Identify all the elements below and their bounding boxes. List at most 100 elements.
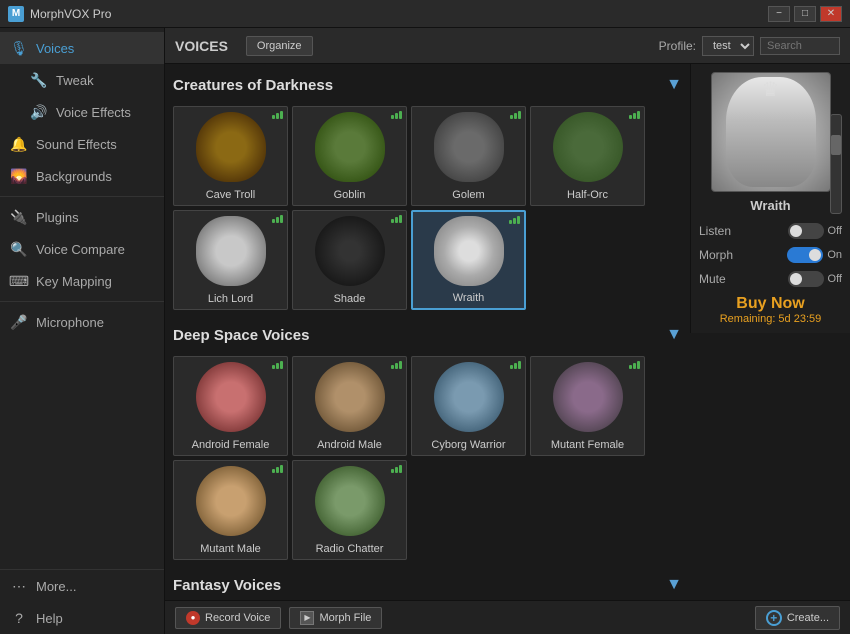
voice-label: Goblin <box>334 189 366 201</box>
voice-card-goblin[interactable]: Goblin <box>292 106 407 206</box>
category-collapse-icon[interactable]: ▼ <box>666 326 682 344</box>
lich-lord-avatar <box>196 216 266 286</box>
organize-button[interactable]: Organize <box>246 36 313 56</box>
close-button[interactable]: ✕ <box>820 6 842 22</box>
voice-label: Cave Troll <box>206 189 256 201</box>
create-icon: + <box>766 610 782 626</box>
voices-icon: 🎙 <box>10 39 28 57</box>
goblin-avatar <box>315 112 385 182</box>
sidebar-label-tweak: Tweak <box>56 73 94 88</box>
sidebar-item-voices[interactable]: 🎙 Voices <box>0 32 164 64</box>
sidebar-label-sound-effects: Sound Effects <box>36 137 117 152</box>
voice-avatar <box>413 212 524 290</box>
android-female-avatar <box>196 362 266 432</box>
sidebar-label-voice-compare: Voice Compare <box>36 242 125 257</box>
voice-avatar <box>293 211 406 291</box>
voice-label: Android Female <box>192 439 270 451</box>
minimize-button[interactable]: − <box>768 6 790 22</box>
half-orc-avatar <box>553 112 623 182</box>
voice-card-mutant-male[interactable]: Mutant Male <box>173 460 288 560</box>
listen-label: Listen <box>699 224 731 238</box>
voice-card-shade[interactable]: Shade <box>292 210 407 310</box>
voice-card-android-male[interactable]: Android Male <box>292 356 407 456</box>
voice-card-mutant-female[interactable]: Mutant Female <box>530 356 645 456</box>
listen-toggle-knob <box>790 225 802 237</box>
volume-slider[interactable] <box>830 114 842 214</box>
sidebar-label-backgrounds: Backgrounds <box>36 169 112 184</box>
title-bar: M MorphVOX Pro − □ ✕ <box>0 0 850 28</box>
listen-control-row: Listen Off <box>699 223 842 239</box>
sidebar-item-voice-compare[interactable]: 🔍 Voice Compare <box>0 233 164 265</box>
voices-grid: Cave Troll Goblin <box>173 106 682 310</box>
morph-toggle-track[interactable] <box>787 247 823 263</box>
sidebar-label-microphone: Microphone <box>36 315 104 330</box>
category-header: Fantasy Voices ▼ <box>173 572 682 598</box>
volume-handle[interactable] <box>831 135 841 155</box>
sidebar-item-backgrounds[interactable]: 🌄 Backgrounds <box>0 160 164 192</box>
sidebar-item-tweak[interactable]: 🔧 Tweak <box>0 64 164 96</box>
voice-avatar <box>293 107 406 187</box>
category-collapse-icon[interactable]: ▼ <box>666 76 682 94</box>
voice-label: Golem <box>452 189 484 201</box>
profile-select[interactable]: test <box>702 36 754 56</box>
create-label: Create... <box>787 612 829 624</box>
search-input[interactable] <box>760 37 840 55</box>
voice-avatar <box>174 357 287 437</box>
morph-file-button[interactable]: ▶ Morph File <box>289 607 382 629</box>
category-header: Deep Space Voices ▼ <box>173 322 682 348</box>
section-title: VOICES <box>175 38 228 54</box>
voice-label: Half-Orc <box>567 189 608 201</box>
voice-avatar <box>174 461 287 541</box>
sidebar-divider-2 <box>0 301 164 302</box>
sidebar-item-more[interactable]: ⋯ More... <box>0 570 164 602</box>
help-icon: ? <box>10 609 28 627</box>
voice-effects-icon: 🔊 <box>30 103 48 121</box>
category-collapse-icon[interactable]: ▼ <box>666 576 682 594</box>
sidebar-label-plugins: Plugins <box>36 210 79 225</box>
sidebar-item-help[interactable]: ? Help <box>0 602 164 634</box>
voice-card-android-female[interactable]: Android Female <box>173 356 288 456</box>
sidebar-label-key-mapping: Key Mapping <box>36 274 112 289</box>
voice-card-cyborg-warrior[interactable]: Cyborg Warrior <box>411 356 526 456</box>
mute-label: Mute <box>699 272 726 286</box>
voice-card-cave-troll[interactable]: Cave Troll <box>173 106 288 206</box>
voice-card-golem[interactable]: Golem <box>411 106 526 206</box>
main-container: 🎙 Voices 🔧 Tweak 🔊 Voice Effects 🔔 Sound… <box>0 28 850 634</box>
sidebar-item-sound-effects[interactable]: 🔔 Sound Effects <box>0 128 164 160</box>
sidebar-item-plugins[interactable]: 🔌 Plugins <box>0 201 164 233</box>
category-title: Fantasy Voices <box>173 577 281 594</box>
voices-list[interactable]: Creatures of Darkness ▼ <box>165 64 690 600</box>
radio-chatter-avatar <box>315 466 385 536</box>
sidebar-divider <box>0 196 164 197</box>
mute-toggle[interactable]: Off <box>788 271 842 287</box>
voice-card-wraith[interactable]: Wraith <box>411 210 526 310</box>
more-icon: ⋯ <box>10 577 28 595</box>
mute-toggle-state: Off <box>828 273 842 285</box>
remaining-text: Remaining: 5d 23:59 <box>720 313 822 325</box>
morph-toggle[interactable]: On <box>787 247 842 263</box>
sidebar-label-help: Help <box>36 611 63 626</box>
maximize-button[interactable]: □ <box>794 6 816 22</box>
voice-card-lich-lord[interactable]: Lich Lord <box>173 210 288 310</box>
listen-toggle[interactable]: Off <box>788 223 842 239</box>
right-panel-wrapper: ♛ Wraith Listen Off <box>690 64 850 600</box>
profile-label: Profile: <box>659 39 696 53</box>
sidebar-item-key-mapping[interactable]: ⌨ Key Mapping <box>0 265 164 297</box>
create-button[interactable]: + Create... <box>755 606 840 630</box>
mute-toggle-track[interactable] <box>788 271 824 287</box>
buy-now-text[interactable]: Buy Now <box>720 295 822 313</box>
selected-voice-image: ♛ <box>711 72 831 192</box>
sidebar-item-microphone[interactable]: 🎤 Microphone <box>0 306 164 338</box>
voice-avatar <box>412 107 525 187</box>
morph-toggle-state: On <box>827 249 842 261</box>
voice-avatar <box>293 357 406 437</box>
voice-card-half-orc[interactable]: Half-Orc <box>530 106 645 206</box>
morph-file-label: Morph File <box>319 612 371 624</box>
voice-label: Mutant Female <box>551 439 624 451</box>
sidebar-item-voice-effects[interactable]: 🔊 Voice Effects <box>0 96 164 128</box>
voice-card-radio-chatter[interactable]: Radio Chatter <box>292 460 407 560</box>
category-creatures-of-darkness: Creatures of Darkness ▼ <box>173 72 682 310</box>
record-voice-button[interactable]: ● Record Voice <box>175 607 281 629</box>
voice-label: Lich Lord <box>208 293 253 305</box>
listen-toggle-track[interactable] <box>788 223 824 239</box>
